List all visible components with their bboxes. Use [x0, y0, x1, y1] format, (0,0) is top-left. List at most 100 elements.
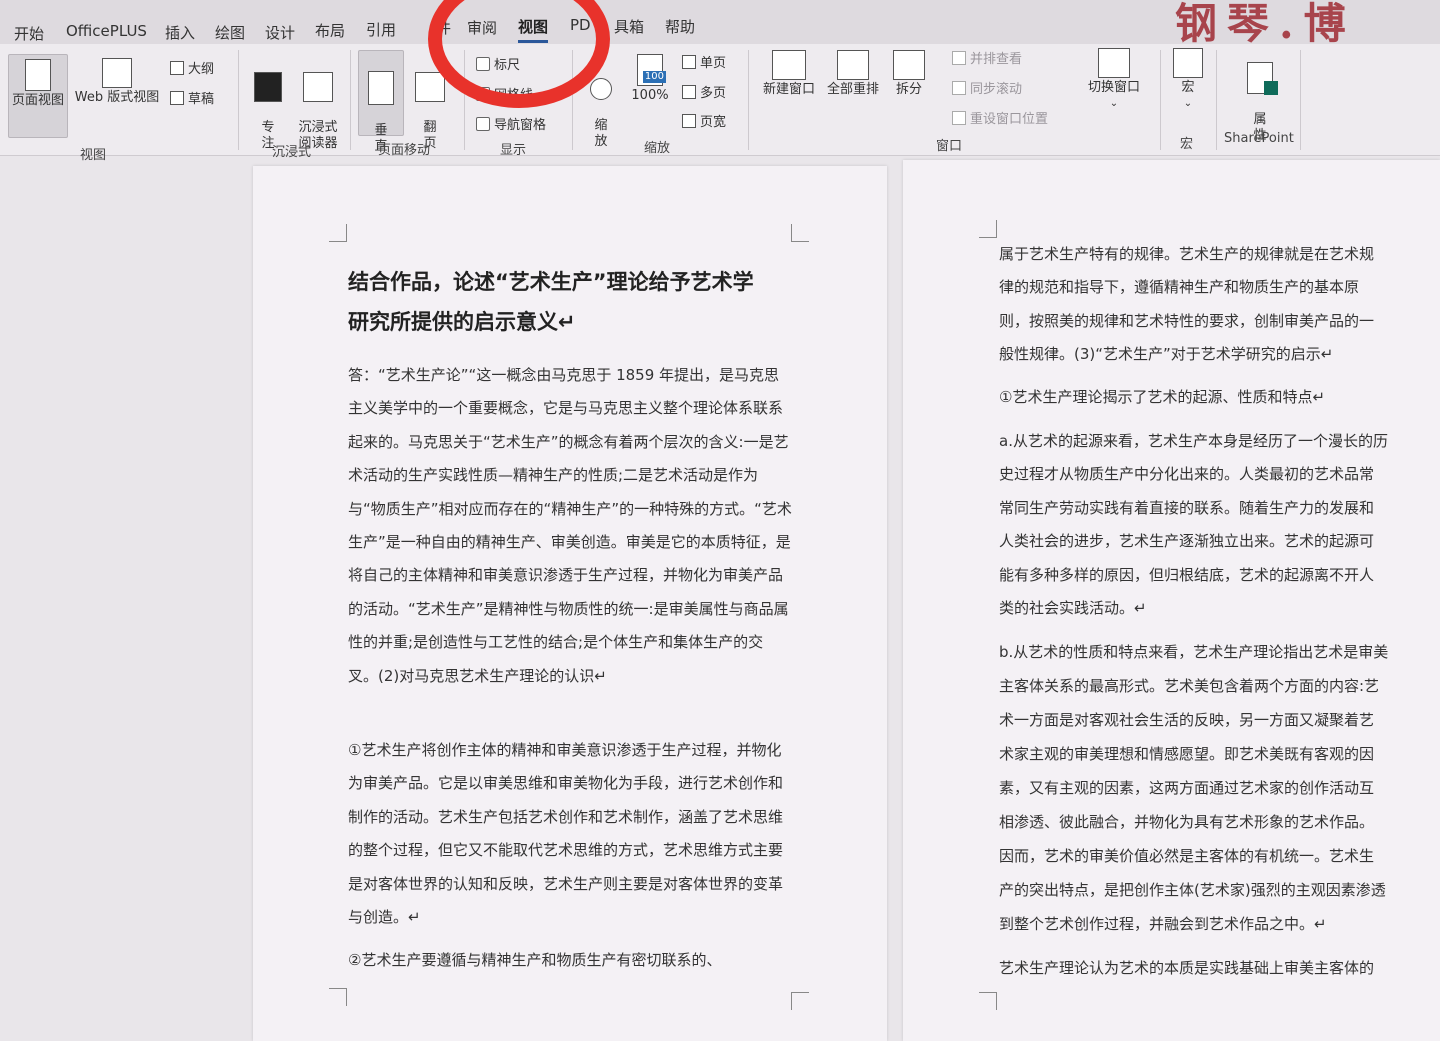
navigation-pane-checkbox[interactable]: 导航窗格: [476, 114, 546, 133]
body-paragraph: ①艺术生产将创作主体的精神和审美意识渗透于生产过程，并物化为审美产品。它是以审美…: [348, 741, 784, 927]
navigation-pane-checkbox-box[interactable]: [476, 116, 490, 131]
group-separator: [350, 50, 351, 150]
macros-button[interactable]: 宏 ⌄: [1170, 48, 1206, 112]
group-label-page-move: 页面移动: [378, 143, 431, 158]
outline-button[interactable]: 大纲: [170, 58, 214, 77]
one-page-button[interactable]: 单页: [682, 52, 726, 71]
zoom-100-label: 100%: [631, 88, 669, 103]
vertical-scroll-icon: [368, 71, 394, 105]
body-line: 相渗透、彼此融合，并物化为具有艺术形象的艺术作品。: [999, 813, 1375, 831]
chevron-down-icon: ⌄: [1183, 98, 1193, 109]
switch-window-button[interactable]: 切换窗口 ⌄: [1084, 48, 1144, 112]
switch-window-icon: [1098, 48, 1130, 78]
margin-corner-mark: [979, 220, 997, 238]
body-line: 类的社会实践活动。↵: [999, 599, 1147, 617]
group-label-sharepoint: SharePoint: [1224, 131, 1294, 146]
margin-corner-mark: [329, 224, 347, 242]
draft-button[interactable]: 草稿: [170, 88, 214, 107]
page-width-button[interactable]: 页宽: [682, 111, 726, 130]
margin-corner-mark: [791, 224, 809, 242]
switch-window-label: 切换窗口: [1087, 80, 1140, 95]
body-paragraph: ②艺术生产要遵循与精神生产和物质生产有密切联系的、: [348, 951, 722, 969]
sharepoint-badge-icon: [1264, 81, 1278, 95]
group-label-window: 窗口: [936, 139, 963, 154]
new-window-icon: [772, 50, 806, 80]
zoom-100-button[interactable]: 100 100%: [628, 54, 672, 104]
document-title: 结合作品，论述“艺术生产”理论给予艺术学 研究所提供的启示意义↵: [348, 262, 808, 342]
margin-corner-mark: [979, 992, 997, 1010]
body-line: 人类社会的进步，艺术生产逐渐独立出来。艺术的起源可: [999, 532, 1375, 550]
focus-icon: [254, 72, 282, 102]
web-view-button[interactable]: Web 版式视图: [72, 58, 162, 118]
group-separator: [748, 50, 749, 150]
outline-icon: [170, 60, 184, 75]
page-view-button[interactable]: 页面视图: [8, 54, 68, 138]
immersive-reader-button[interactable]: 沉浸式 阅读器: [292, 56, 344, 152]
body-paragraph: 答：“艺术生产论”“这一概念由马克思于 1859 年提出，是马克思主义美学中的一…: [348, 366, 792, 685]
body-line: 到整个艺术创作过程，并融会到艺术作品之中。↵: [999, 915, 1327, 933]
body-line: 术一方面是对客观社会生活的反映，另一方面又凝聚着艺: [999, 711, 1375, 729]
focus-mode-button[interactable]: 专 注: [250, 56, 286, 152]
zoom-label: 缩 放: [594, 118, 608, 149]
body-line: b.从艺术的性质和特点来看，艺术生产理论指出艺术是审美: [999, 643, 1389, 661]
group-label-macros: 宏: [1180, 137, 1194, 152]
zoom-100-icon-text: 100: [642, 71, 666, 83]
tab-design[interactable]: 设计: [265, 22, 295, 43]
group-separator: [238, 50, 239, 150]
margin-corner-mark: [791, 992, 809, 1010]
arrange-all-button[interactable]: 全部重排: [822, 50, 884, 98]
group-label-views: 视图: [80, 148, 107, 163]
macro-icon: [1173, 48, 1203, 78]
body-line: 律的规范和指导下，遵循精神生产和物质生产的基本原: [999, 278, 1360, 296]
view-side-by-side-button[interactable]: 并排查看: [952, 48, 1022, 67]
reset-position-label: 重设窗口位置: [970, 112, 1049, 127]
new-window-label: 新建窗口: [762, 82, 815, 97]
properties-button[interactable]: 属 性: [1240, 46, 1280, 144]
group-separator: [1160, 50, 1161, 150]
tab-officeplus[interactable]: OfficePLUS: [66, 22, 147, 40]
draft-icon: [170, 90, 184, 105]
body-line: 素，又有主观的因素，这两方面通过艺术家的创作活动互: [999, 779, 1375, 797]
group-label-immersive: 沉浸式: [272, 145, 312, 160]
body-line: 属于艺术生产特有的规律。艺术生产的规律就是在艺术规: [999, 245, 1375, 263]
tab-draw[interactable]: 绘图: [215, 22, 245, 43]
tab-references[interactable]: 引用: [366, 19, 396, 40]
zoom-100-icon: 100: [637, 54, 666, 86]
tab-toolbox[interactable]: 具箱: [614, 16, 644, 37]
properties-icon: [1247, 62, 1278, 95]
arrange-all-label: 全部重排: [826, 82, 879, 97]
arrange-all-icon: [837, 50, 869, 80]
split-button[interactable]: 拆分: [888, 50, 930, 98]
multiple-pages-button[interactable]: 多页: [682, 82, 726, 101]
multiple-pages-label: 多页: [700, 86, 727, 101]
body-line: 术家主观的审美理想和情感愿望。即艺术美既有客观的因: [999, 745, 1375, 763]
ribbon: 页面视图 Web 版式视图 大纲 草稿 视图 专 注 沉浸式 阅读器 沉浸式 垂…: [0, 44, 1440, 163]
group-separator: [1300, 50, 1301, 150]
multiple-pages-icon: [682, 84, 696, 99]
body-line: 常同生产劳动实践有着直接的联系。随着生产力的发展和: [999, 499, 1375, 517]
body-line: 因而，艺术的审美价值必然是主客体的有机统一。艺术生: [999, 847, 1375, 865]
tab-layout[interactable]: 布局: [315, 20, 345, 41]
document-page-right[interactable]: 属于艺术生产特有的规律。艺术生产的规律就是在艺术规 律的规范和指导下，遵循精神生…: [903, 160, 1440, 1041]
margin-corner-mark: [329, 988, 347, 1006]
new-window-button[interactable]: 新建窗口: [758, 50, 820, 98]
body-line: 艺术生产理论认为艺术的本质是实践基础上审美主客体的: [999, 959, 1375, 977]
reset-window-position-button[interactable]: 重设窗口位置: [952, 108, 1048, 127]
group-label-zoom: 缩放: [644, 141, 671, 156]
tab-insert[interactable]: 插入: [165, 22, 195, 43]
tab-help[interactable]: 帮助: [665, 16, 695, 37]
body-line: 史过程才从物质生产中分化出来的。人类最初的艺术品常: [999, 465, 1375, 483]
body-line: 般性规律。(3)“艺术生产”对于艺术学研究的启示↵: [999, 345, 1334, 363]
page-width-label: 页宽: [700, 115, 727, 130]
sync-scroll-icon: [952, 80, 966, 95]
document-page-left[interactable]: 结合作品，论述“艺术生产”理论给予艺术学 研究所提供的启示意义↵ 答：“艺术生产…: [253, 166, 887, 1041]
tab-home[interactable]: 开始: [14, 23, 44, 44]
ribbon-tab-bar: 开始 OfficePLUS 插入 绘图 设计 布局 引用 件 审阅 视图 PD …: [0, 0, 1440, 48]
synchronous-scrolling-button[interactable]: 同步滚动: [952, 78, 1022, 97]
vertical-scroll-button[interactable]: 垂 直: [358, 50, 404, 154]
body-line: a.从艺术的起源来看，艺术生产本身是经历了一个漫长的历: [999, 432, 1388, 450]
outline-label: 大纲: [188, 62, 215, 77]
magnifier-icon: [590, 78, 612, 100]
document-title-line: 研究所提供的启示意义↵: [348, 310, 576, 334]
split-label: 拆分: [895, 82, 922, 97]
